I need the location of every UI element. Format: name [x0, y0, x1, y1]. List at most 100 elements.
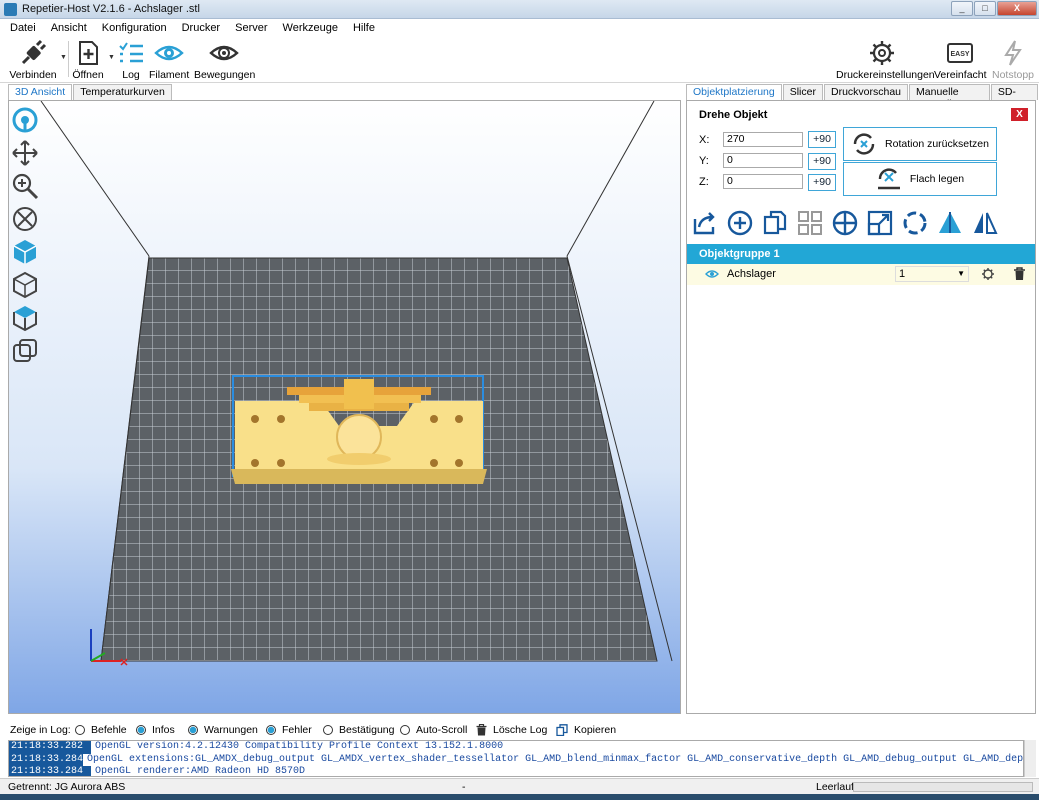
moves-button[interactable]: Bewegungen [194, 39, 255, 81]
z-rotation-input[interactable]: 0 [723, 174, 803, 189]
y-plus90-button[interactable]: +90 [808, 153, 836, 170]
menu-ansicht[interactable]: Ansicht [51, 22, 87, 34]
fit-view-icon[interactable] [10, 204, 40, 234]
z-plus90-button[interactable]: +90 [808, 174, 836, 191]
filter-warnings-label: Warnungen [204, 724, 258, 736]
tab-sd-card[interactable]: SD-Karte [990, 84, 1038, 110]
copy-object-icon[interactable] [761, 209, 789, 237]
simplified-label: Vereinfacht [934, 69, 987, 81]
printer-settings-button[interactable]: Druckereinstellungen [836, 39, 935, 81]
copy-log-label: Kopieren [574, 724, 617, 736]
rotate-view-icon[interactable] [10, 105, 40, 135]
menu-server[interactable]: Server [235, 22, 267, 34]
log-filter-bar: Zeige in Log: Befehle Infos Warnungen Fe… [0, 720, 1039, 740]
app-icon [4, 3, 17, 16]
tab-3d-view[interactable]: 3D Ansicht [8, 84, 73, 100]
open-button[interactable]: Öffnen [70, 39, 106, 81]
y-rotation-input[interactable]: 0 [723, 153, 803, 168]
menu-werkzeuge[interactable]: Werkzeuge [283, 22, 338, 34]
parallel-view-icon[interactable] [10, 336, 40, 366]
arrange-grid-icon[interactable] [796, 209, 824, 237]
filter-autoscroll[interactable]: Auto-Scroll [400, 724, 467, 736]
menu-hilfe[interactable]: Hilfe [353, 22, 375, 34]
tab-slicer[interactable]: Slicer [782, 84, 823, 100]
maximize-button[interactable]: □ [974, 1, 996, 16]
filter-infos-radio[interactable] [136, 725, 146, 735]
filter-errors[interactable]: Fehler [266, 724, 312, 736]
x-rotation-input[interactable]: 270 [723, 132, 803, 147]
log-timestamp: 21:18:33.282 [9, 741, 91, 754]
filter-warnings-radio[interactable] [188, 725, 198, 735]
print-bed-scene[interactable] [9, 101, 681, 714]
toolbar-separator [68, 41, 69, 77]
minimize-button[interactable]: _ [951, 1, 973, 16]
zoom-view-icon[interactable] [10, 171, 40, 201]
reset-rotation-button[interactable]: Rotation zurücksetzen [843, 127, 997, 161]
x-plus90-button[interactable]: +90 [808, 131, 836, 148]
view-toolbar [10, 105, 40, 369]
connect-button[interactable]: Verbinden [8, 39, 58, 81]
log-output[interactable]: 21:18:33.282 OpenGL version:4.2.12430 Com… [8, 740, 1024, 777]
connect-dropdown-icon[interactable]: ▼ [60, 54, 67, 61]
filter-acknowledgement-radio[interactable] [323, 725, 333, 735]
filter-commands-radio[interactable] [75, 725, 85, 735]
object-settings-gear-icon[interactable] [981, 267, 995, 281]
mirror-object-icon[interactable] [971, 209, 999, 237]
tab-temperature-curves[interactable]: Temperaturkurven [73, 84, 172, 100]
object-count-select[interactable]: 1 ▼ [895, 266, 969, 282]
menu-konfiguration[interactable]: Konfiguration [102, 22, 167, 34]
add-object-icon[interactable] [726, 209, 754, 237]
filter-autoscroll-radio[interactable] [400, 725, 410, 735]
object-count-value: 1 [899, 268, 906, 280]
simplified-mode-button[interactable]: EASY Vereinfacht [934, 39, 987, 81]
log-button[interactable]: Log [116, 39, 146, 81]
log-label: Log [122, 69, 140, 81]
iso-view-icon[interactable] [10, 237, 40, 267]
close-window-button[interactable]: X [997, 1, 1037, 16]
lay-flat-button[interactable]: Flach legen [843, 162, 997, 196]
idle-status: Leerlauf [816, 781, 854, 793]
delete-object-trash-icon[interactable] [1013, 267, 1026, 281]
object-placement-panel: Drehe Objekt X X: 270 +90 Y: 0 +90 Z: 0 … [686, 100, 1036, 714]
move-view-icon[interactable] [10, 138, 40, 168]
log-scrollbar[interactable] [1024, 740, 1036, 777]
view-tabs: 3D Ansicht Temperaturkurven [8, 84, 173, 100]
3d-viewport[interactable] [8, 100, 681, 714]
filter-errors-radio[interactable] [266, 725, 276, 735]
clear-log-button[interactable]: Lösche Log [476, 724, 547, 736]
tab-manual-control[interactable]: Manuelle Kontrolle [909, 84, 990, 110]
status-middle: - [462, 781, 466, 793]
x-label: X: [699, 134, 710, 146]
object-tools [691, 209, 1006, 237]
emergency-stop-button[interactable]: Notstopp [990, 39, 1036, 81]
filter-acknowledgement[interactable]: Bestätigung [323, 724, 394, 736]
rotate-object-icon[interactable] [901, 209, 929, 237]
log-show-label: Zeige in Log: [10, 724, 71, 736]
filament-label: Filament [149, 69, 190, 81]
object-group-header[interactable]: Objektgruppe 1 [687, 244, 1035, 264]
center-object-icon[interactable] [831, 209, 859, 237]
easy-badge: EASY [950, 51, 969, 58]
menu-drucker[interactable]: Drucker [182, 22, 221, 34]
close-rotate-button[interactable]: X [1011, 108, 1028, 121]
object-row[interactable]: Achslager 1 ▼ [687, 264, 1035, 285]
export-icon[interactable] [691, 209, 719, 237]
open-dropdown-icon[interactable]: ▼ [108, 54, 115, 61]
top-view-icon[interactable] [10, 303, 40, 333]
connection-status: Getrennt: JG Aurora ABS [8, 781, 126, 793]
filament-button[interactable]: Filament [149, 39, 189, 81]
tab-object-placement[interactable]: Objektplatzierung [686, 84, 782, 100]
filter-commands[interactable]: Befehle [75, 724, 127, 736]
menu-datei[interactable]: Datei [10, 22, 36, 34]
filter-infos-label: Infos [152, 724, 175, 736]
log-message: OpenGL version:4.2.12430 Compatibility P… [95, 741, 504, 752]
visibility-eye-icon[interactable] [705, 269, 719, 279]
front-view-icon[interactable] [10, 270, 40, 300]
object-name: Achslager [727, 268, 776, 280]
filter-warnings[interactable]: Warnungen [188, 724, 258, 736]
scale-object-icon[interactable] [866, 209, 894, 237]
copy-log-button[interactable]: Kopieren [556, 724, 616, 736]
tab-print-preview[interactable]: Druckvorschau [823, 84, 909, 100]
cut-object-icon[interactable] [936, 209, 964, 237]
filter-infos[interactable]: Infos [136, 724, 175, 736]
